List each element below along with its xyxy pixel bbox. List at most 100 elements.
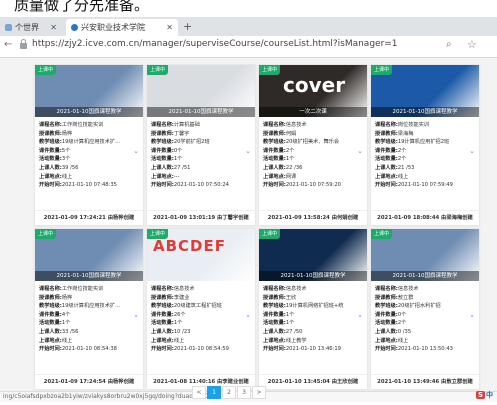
detail-value: 4个: [61, 311, 71, 318]
back-icon[interactable]: ←: [4, 39, 12, 50]
course-card[interactable]: 上课中 2021-01-10国旗课程教学课程名称:工作岗位技能实训 授课教师:杨桦教…: [34, 228, 144, 390]
detail-row-lessons: 课件数量:4个: [39, 311, 139, 320]
page-2-button[interactable]: 2: [222, 386, 236, 399]
course-card[interactable]: 上课中 2021-01-10国旗课程教学 课程名称:计算机基础 授课教师:丁馨宇 教学班…: [146, 64, 256, 226]
detail-label: 教学班级:: [151, 139, 174, 146]
lock-icon: [20, 39, 27, 49]
course-card[interactable]: 上课中 2021-01-10国旗课程教学 课程名称:工作岗位技能实训 授课教师:杨桦教…: [34, 64, 144, 226]
detail-label: 授课教师:: [375, 130, 398, 137]
detail-value: 信息技术: [173, 286, 195, 292]
detail-label: 上课人数:: [375, 328, 398, 335]
tab-title: 兴安职业技术学院: [81, 23, 145, 32]
page-1-button[interactable]: 1: [207, 386, 221, 399]
detail-row-name: 课程名称:信息技术: [151, 285, 251, 294]
cover-text: ABCDEF: [153, 237, 226, 255]
detail-row-activities: 活动数量:1个: [263, 155, 363, 164]
course-card[interactable]: 上课中 2021-01-10国旗课程教学 课程名称:信息技术 授课教师:敖立群 教学班级…: [370, 228, 480, 390]
course-card[interactable]: 上课中 2021-01-10国旗课程教学 课程名称:岗位技能实训 授课教师:梁海梅 教学…: [370, 64, 480, 226]
page-icon: [5, 24, 12, 31]
live-badge: 上课中: [259, 65, 281, 75]
course-cover-image[interactable]: 上课中 2021-01-10国旗课程教学: [35, 65, 143, 117]
detail-value: 工作岗位技能实训: [61, 286, 104, 292]
ime-icon[interactable]: S: [476, 391, 486, 399]
detail-row-students: 上课人数:39 /56: [39, 164, 139, 173]
detail-value: 丁馨宇: [173, 130, 190, 137]
detail-value: 1个: [173, 156, 183, 163]
detail-row-mode: 上课地点:网课: [263, 173, 363, 182]
chevron-down-icon[interactable]: ⌄: [469, 311, 475, 319]
detail-row-teacher: 授课教师:丁馨宇: [151, 130, 251, 139]
system-tray: S中: [476, 390, 493, 400]
course-cover-image[interactable]: 上课中 2021-01-10国旗课程教学: [147, 65, 255, 117]
detail-row-lessons: 课件数量:2个: [263, 147, 363, 156]
tab-1[interactable]: 个世界 ✕: [0, 19, 62, 36]
detail-value: 岗位技能实训: [397, 122, 429, 128]
detail-row-start: 开始时间:2021-01-10 08:54:59: [151, 345, 251, 354]
chevron-down-icon[interactable]: ⌄: [469, 147, 475, 155]
chevron-down-icon[interactable]: ⌄: [245, 311, 251, 319]
detail-label: 上课地点:: [375, 337, 398, 344]
detail-value: 网课: [285, 173, 297, 180]
detail-row-start: 开始时间:2021-01-10 13:46:19: [263, 345, 363, 354]
detail-label: 授课教师:: [151, 294, 174, 301]
course-card[interactable]: cover 上课中 一次二次课 课程名称:信息技术 授课教师:何娟 教学班级:20级扩招美…: [258, 64, 368, 226]
detail-row-students: 上课人数:10 /23: [151, 328, 251, 337]
detail-label: 课程名称:: [151, 122, 174, 128]
course-details: 课程名称:工作岗位技能实训 授课教师:杨桦 教学班级:19级计算机应用技术扩... 课…: [39, 285, 139, 354]
course-cover-image[interactable]: 上课中 2021-01-10国旗课程教学: [259, 229, 367, 281]
detail-value: 1个: [285, 311, 295, 318]
course-card[interactable]: ABCDEF 上课中 课程名称:信息技术 授课教师:李建业 教学班级:20级建筑工程扩招…: [146, 228, 256, 390]
course-cover-image[interactable]: 上课中 2021-01-10国旗课程教学: [371, 229, 479, 281]
course-cover-image[interactable]: 上课中 2021-01-10国旗课程教学: [371, 65, 479, 117]
course-cover-image[interactable]: cover 上课中 一次二次课: [259, 65, 367, 117]
course-card[interactable]: 上课中 2021-01-10国旗课程教学 课程名称:信息技术 授课教师:王欣 教学班级:…: [258, 228, 368, 390]
next-page-button[interactable]: >: [252, 386, 266, 399]
detail-label: 授课教师:: [375, 294, 398, 301]
detail-label: 开始时间:: [375, 346, 398, 353]
detail-value: 0个: [173, 147, 183, 154]
detail-row-lessons: 课件数量:0个: [375, 311, 475, 320]
chevron-down-icon[interactable]: ⌄: [133, 311, 139, 319]
detail-value: 2021-01-10 13:50:43: [397, 346, 453, 353]
close-icon[interactable]: ✕: [50, 19, 57, 36]
detail-value: 33 /56: [61, 328, 79, 335]
detail-label: 活动数量:: [375, 320, 398, 327]
detail-value: 1个: [285, 320, 295, 327]
language-indicator[interactable]: 中: [486, 391, 493, 399]
live-badge: 上课中: [259, 229, 281, 239]
cover-title: 2021-01-10国旗课程教学: [35, 271, 143, 281]
detail-row-name: 课程名称:信息技术: [375, 285, 475, 294]
cover-title: 2021-01-10国旗课程教学: [147, 107, 255, 117]
detail-label: 开始时间:: [151, 182, 174, 189]
prev-page-button[interactable]: <: [192, 386, 206, 399]
cover-title: 2021-01-10国旗课程教学: [371, 271, 479, 281]
detail-row-students: 上课人数:0 /35: [375, 328, 475, 337]
site-icon: [71, 24, 78, 31]
chevron-down-icon[interactable]: ⌄: [133, 147, 139, 155]
detail-row-students: 上课人数:27 /50: [263, 328, 363, 337]
course-cover-image[interactable]: 上课中 2021-01-10国旗课程教学: [35, 229, 143, 281]
zoom-icon[interactable]: ⌕: [446, 39, 452, 50]
page-3-button[interactable]: 3: [237, 386, 251, 399]
live-badge: 上课中: [35, 229, 57, 239]
card-footer: 2021-01-10 13:45:04 由王欣创建: [259, 374, 367, 389]
detail-label: 上课地点:: [39, 337, 62, 344]
new-tab-button[interactable]: +: [183, 19, 192, 34]
detail-value: 杨桦: [61, 294, 73, 301]
chevron-down-icon[interactable]: ⌄: [357, 147, 363, 155]
tab-2-active[interactable]: 兴安职业技术学院 ✕: [66, 19, 178, 36]
course-cover-image[interactable]: ABCDEF 上课中: [147, 229, 255, 281]
card-footer: 2021-01-09 13:01:19 由丁馨宇创建: [147, 210, 255, 225]
chevron-down-icon[interactable]: ⌄: [245, 147, 251, 155]
tab-bar: 个世界 ✕ 兴安职业技术学院 ✕ +: [0, 17, 497, 36]
live-badge: 上课中: [371, 229, 393, 239]
cover-text: cover: [283, 73, 346, 97]
url-input[interactable]: https://zjy2.icve.com.cn/manager/supervi…: [32, 39, 398, 49]
close-icon[interactable]: ✕: [166, 19, 173, 36]
detail-label: 课件数量:: [375, 311, 398, 318]
detail-value: 27 /50: [285, 328, 303, 335]
chevron-down-icon[interactable]: ⌄: [357, 311, 363, 319]
star-icon[interactable]: ☆: [467, 38, 477, 51]
detail-value: 19计算机网络扩招班+统: [285, 303, 344, 310]
detail-row-lessons: 课件数量:1个: [263, 311, 363, 320]
